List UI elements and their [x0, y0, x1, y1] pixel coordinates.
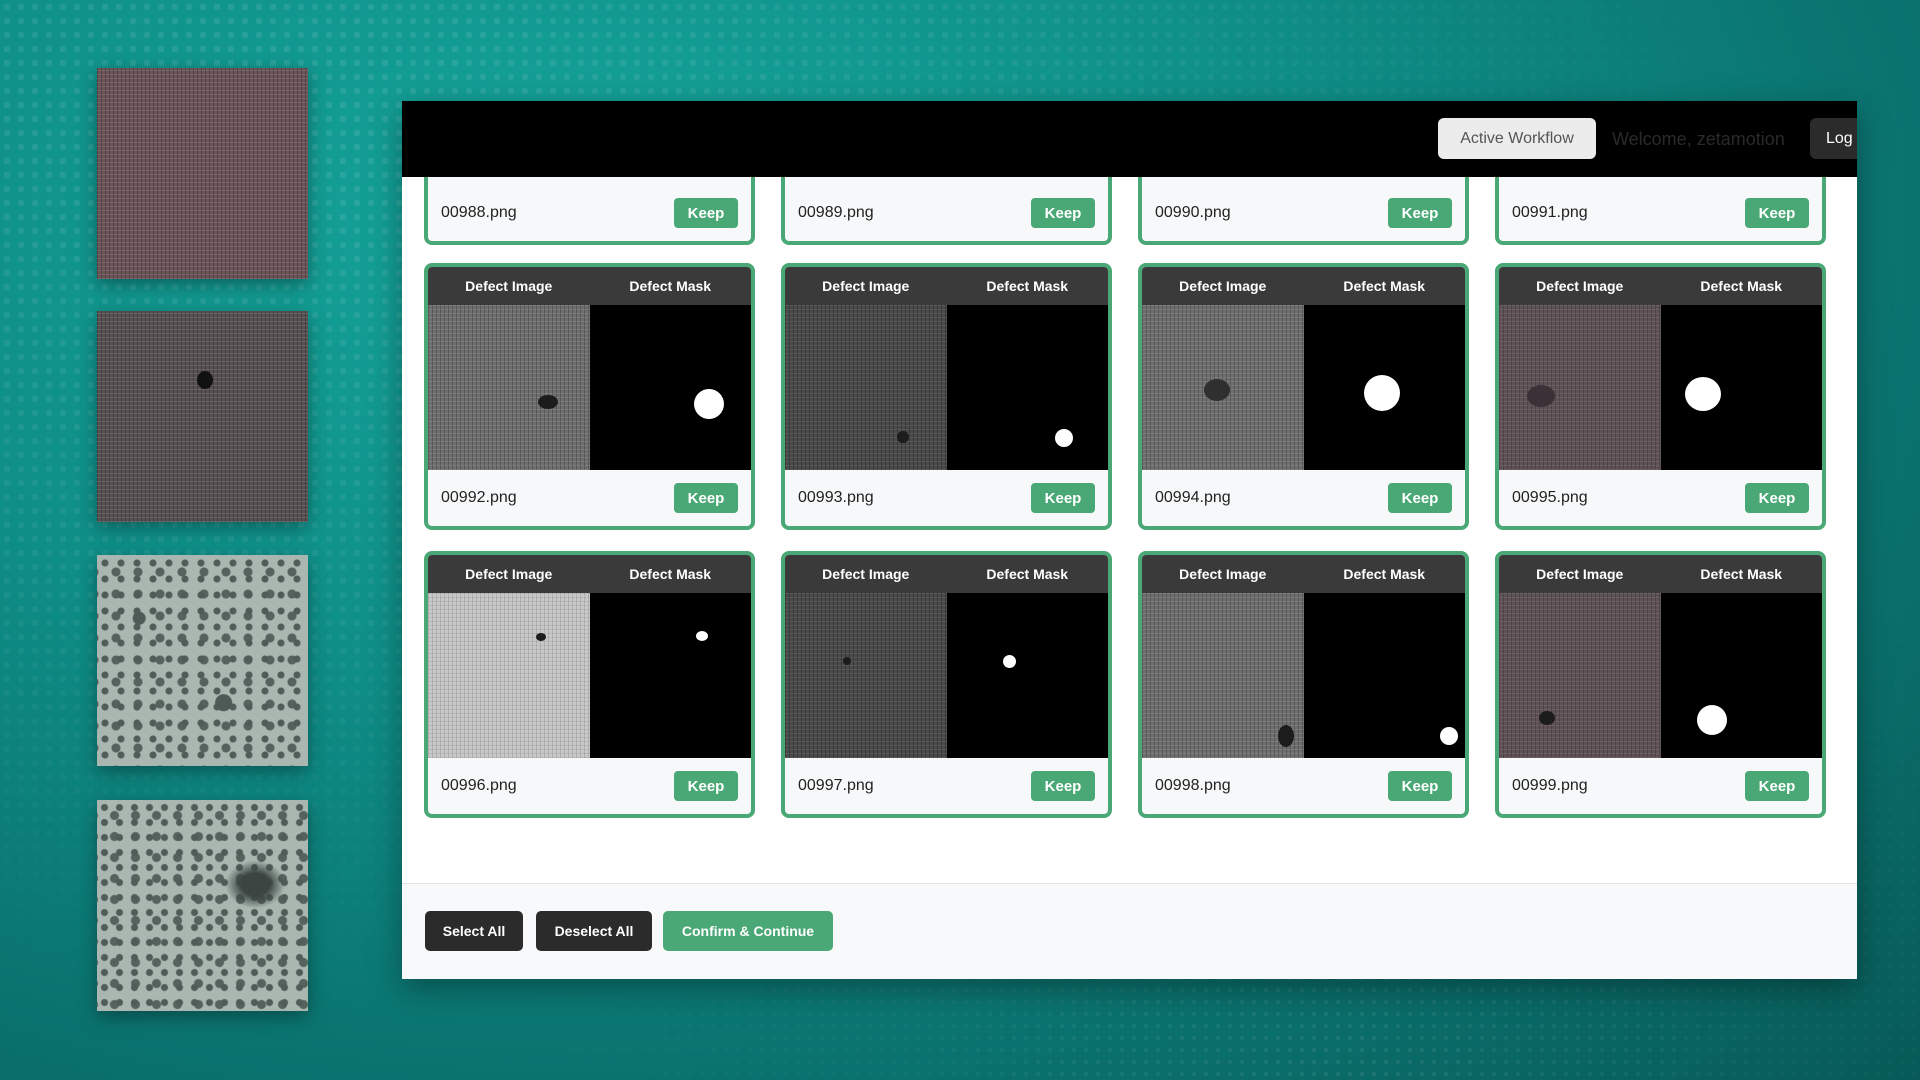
select-all-button[interactable]: Select All — [425, 911, 523, 951]
keep-button[interactable]: Keep — [1031, 771, 1095, 801]
card-filename: 00992.png — [441, 489, 517, 506]
speckled-sample-defect — [97, 800, 308, 1011]
card-footer: 00997.png Keep — [785, 758, 1108, 814]
image-card[interactable]: Defect Image Defect Mask 00992.png Keep — [424, 263, 755, 530]
defect-mask-label: Defect Mask — [1343, 566, 1426, 582]
fabric-sample-hole — [97, 311, 308, 522]
speckled-sample — [97, 555, 308, 766]
defect-mask-label: Defect Mask — [1700, 566, 1783, 582]
card-footer: 00995.png Keep — [1499, 470, 1822, 526]
logout-button[interactable]: Log — [1810, 118, 1857, 159]
card-header: Defect Image Defect Mask — [1142, 555, 1465, 593]
card-footer: 00993.png Keep — [785, 470, 1108, 526]
hole-defect — [197, 371, 213, 389]
defect-image — [785, 593, 947, 758]
card-footer: 00991.png Keep — [1499, 185, 1822, 241]
defect-image — [1499, 305, 1661, 470]
card-filename: 00996.png — [441, 777, 517, 794]
image-card[interactable]: Defect Image Defect Mask 00993.png Keep — [781, 263, 1112, 530]
defect-image-label: Defect Image — [1179, 278, 1267, 294]
keep-button[interactable]: Keep — [1031, 198, 1095, 228]
image-card[interactable]: Defect Image Defect Mask 00994.png Keep — [1138, 263, 1469, 530]
defect-image-label: Defect Image — [822, 566, 910, 582]
action-footer: Select All Deselect All Confirm & Contin… — [402, 883, 1857, 979]
card-footer: 00999.png Keep — [1499, 758, 1822, 814]
top-navbar: Active Workflow Welcome, zetamotion Log — [402, 101, 1857, 177]
keep-button[interactable]: Keep — [1388, 771, 1452, 801]
defect-image-label: Defect Image — [1536, 278, 1624, 294]
card-filename: 00997.png — [798, 777, 874, 794]
active-workflow-button[interactable]: Active Workflow — [1438, 118, 1596, 159]
defect-mask — [1303, 305, 1465, 470]
card-filename: 00993.png — [798, 489, 874, 506]
deselect-all-button[interactable]: Deselect All — [536, 911, 652, 951]
card-filename: 00995.png — [1512, 489, 1588, 506]
card-footer: 00996.png Keep — [428, 758, 751, 814]
defect-image — [1499, 593, 1661, 758]
card-footer: 00989.png Keep — [785, 185, 1108, 241]
card-header: Defect Image Defect Mask — [428, 267, 751, 305]
keep-button[interactable]: Keep — [674, 198, 738, 228]
defect-mask — [589, 305, 751, 470]
keep-button[interactable]: Keep — [1745, 771, 1809, 801]
keep-button[interactable]: Keep — [674, 483, 738, 513]
defect-mask-label: Defect Mask — [629, 566, 712, 582]
card-filename: 00989.png — [798, 204, 874, 221]
keep-button[interactable]: Keep — [1388, 483, 1452, 513]
image-card[interactable]: Defect Image Defect Mask 00998.png Keep — [1138, 551, 1469, 818]
keep-button[interactable]: Keep — [674, 771, 738, 801]
defect-image-label: Defect Image — [1179, 566, 1267, 582]
app-window: Active Workflow Welcome, zetamotion Log … — [402, 101, 1857, 979]
defect-mask — [589, 593, 751, 758]
card-filename: 00999.png — [1512, 777, 1588, 794]
defect-mask-label: Defect Mask — [986, 278, 1069, 294]
keep-button[interactable]: Keep — [1745, 198, 1809, 228]
image-card[interactable]: Defect Image Defect Mask 00996.png Keep — [424, 551, 755, 818]
keep-button[interactable]: Keep — [1031, 483, 1095, 513]
defect-mask — [946, 305, 1108, 470]
defect-image — [428, 305, 590, 470]
defect-mask — [946, 593, 1108, 758]
card-header: Defect Image Defect Mask — [1499, 555, 1822, 593]
card-footer: 00994.png Keep — [1142, 470, 1465, 526]
defect-image — [785, 305, 947, 470]
card-header: Defect Image Defect Mask — [1142, 267, 1465, 305]
defect-image-label: Defect Image — [465, 566, 553, 582]
card-footer: 00992.png Keep — [428, 470, 751, 526]
card-header: Defect Image Defect Mask — [785, 267, 1108, 305]
card-footer: 00990.png Keep — [1142, 185, 1465, 241]
card-header: Defect Image Defect Mask — [1499, 267, 1822, 305]
keep-button[interactable]: Keep — [1745, 483, 1809, 513]
defect-mask — [1660, 593, 1822, 758]
card-filename: 00998.png — [1155, 777, 1231, 794]
confirm-continue-button[interactable]: Confirm & Continue — [663, 911, 833, 951]
card-header: Defect Image Defect Mask — [785, 555, 1108, 593]
defect-mask-label: Defect Mask — [986, 566, 1069, 582]
defect-image — [428, 593, 590, 758]
image-card[interactable]: Defect Image Defect Mask 00999.png Keep — [1495, 551, 1826, 818]
card-header: Defect Image Defect Mask — [428, 555, 751, 593]
image-card[interactable]: Defect Image Defect Mask 00995.png Keep — [1495, 263, 1826, 530]
card-filename: 00991.png — [1512, 204, 1588, 221]
defect-image-label: Defect Image — [1536, 566, 1624, 582]
keep-button[interactable]: Keep — [1388, 198, 1452, 228]
card-footer: 00988.png Keep — [428, 185, 751, 241]
defect-image-label: Defect Image — [822, 278, 910, 294]
defect-mask-label: Defect Mask — [629, 278, 712, 294]
card-filename: 00994.png — [1155, 489, 1231, 506]
card-filename: 00988.png — [441, 204, 517, 221]
fabric-sample-pink — [97, 68, 308, 279]
card-filename: 00990.png — [1155, 204, 1231, 221]
card-footer: 00998.png Keep — [1142, 758, 1465, 814]
defect-mask — [1660, 305, 1822, 470]
defect-mask — [1303, 593, 1465, 758]
defect-mask-label: Defect Mask — [1343, 278, 1426, 294]
welcome-text: Welcome, zetamotion — [1612, 129, 1785, 149]
defect-image — [1142, 593, 1304, 758]
defect-mask-label: Defect Mask — [1700, 278, 1783, 294]
defect-image-label: Defect Image — [465, 278, 553, 294]
image-card[interactable]: Defect Image Defect Mask 00997.png Keep — [781, 551, 1112, 818]
defect-image — [1142, 305, 1304, 470]
